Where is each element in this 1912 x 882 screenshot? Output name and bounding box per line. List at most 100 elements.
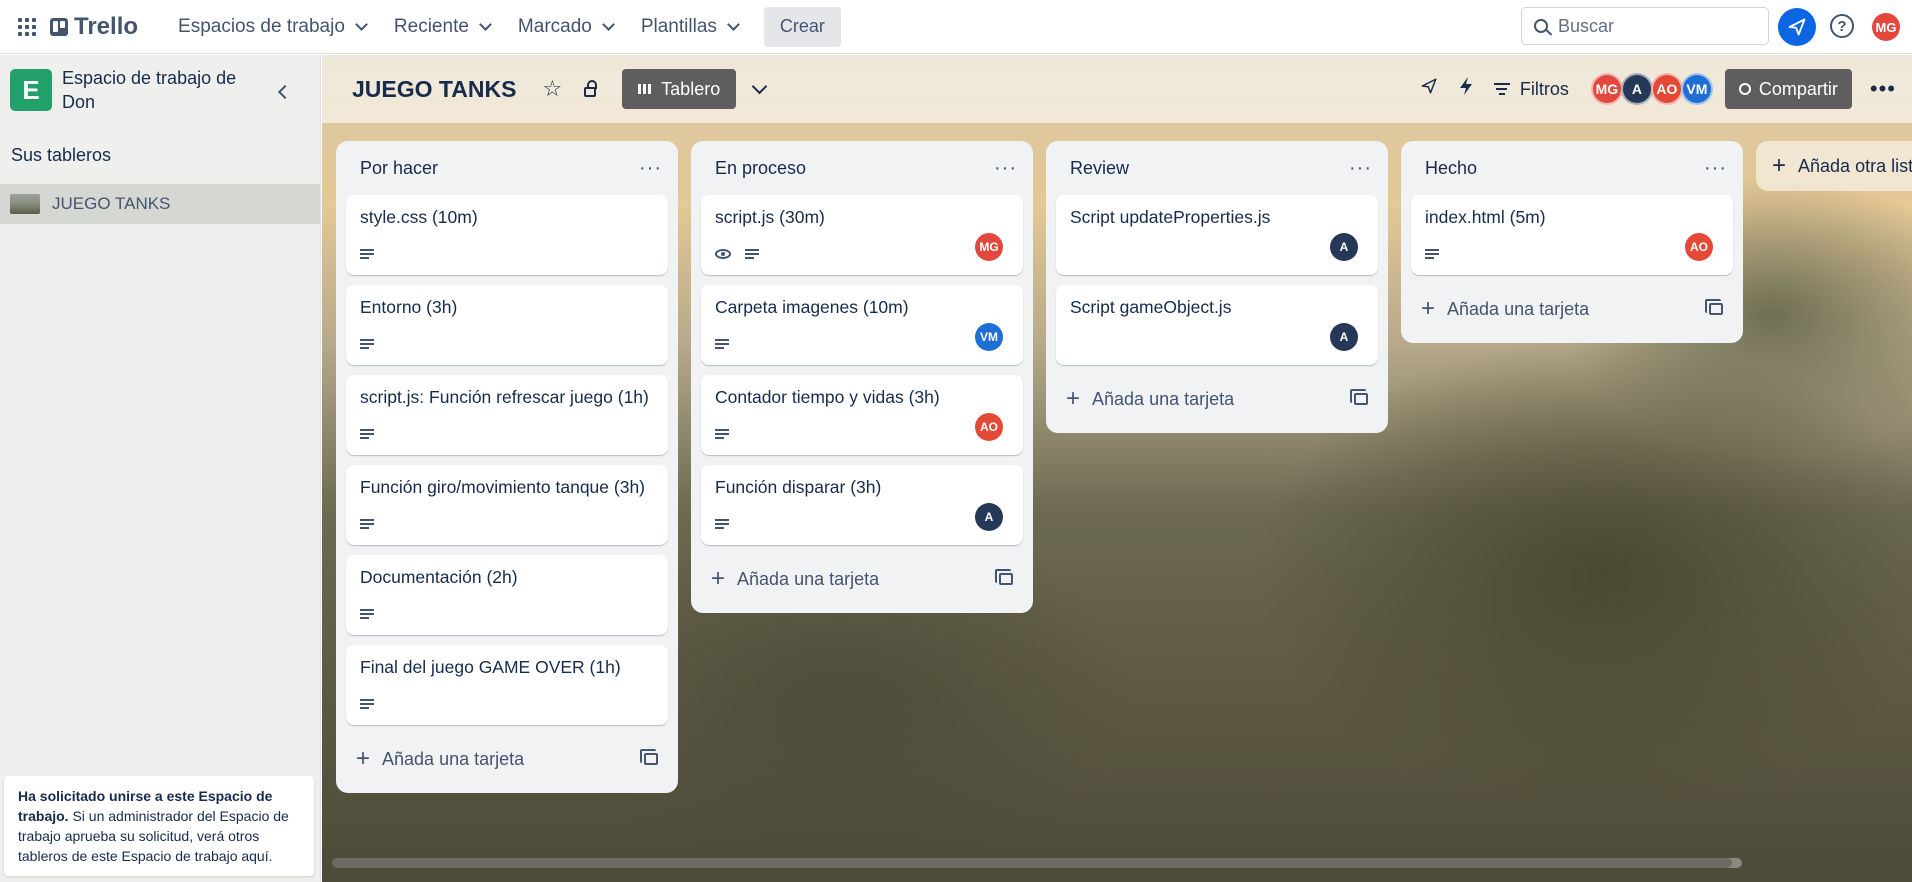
filters-button[interactable]: Filtros bbox=[1520, 79, 1569, 100]
scrollbar-thumb[interactable] bbox=[332, 858, 1732, 868]
card-member-avatar[interactable]: VM bbox=[975, 323, 1003, 351]
notification-button[interactable] bbox=[1778, 8, 1816, 46]
menu-workspaces[interactable]: Espacios de trabajo bbox=[164, 8, 380, 46]
list-menu-icon[interactable]: ··· bbox=[639, 157, 662, 180]
list-menu-icon[interactable]: ··· bbox=[1349, 157, 1372, 180]
apps-grid-icon[interactable] bbox=[16, 16, 38, 38]
card-template-icon[interactable] bbox=[640, 749, 658, 765]
user-avatar[interactable]: MG bbox=[1872, 13, 1900, 41]
trello-logo[interactable]: Trello bbox=[50, 13, 138, 41]
card[interactable]: Entorno (3h) bbox=[346, 285, 668, 365]
card-template-icon[interactable] bbox=[995, 569, 1013, 585]
card-member-avatar[interactable]: A bbox=[1330, 233, 1358, 261]
horizontal-scrollbar[interactable] bbox=[332, 858, 1742, 868]
create-button[interactable]: Crear bbox=[763, 6, 841, 47]
card[interactable]: Carpeta imagenes (10m) VM bbox=[701, 285, 1023, 365]
list-header[interactable]: Review ··· bbox=[1056, 141, 1378, 195]
member-avatar[interactable]: AO bbox=[1650, 73, 1683, 105]
card-member-avatar[interactable]: A bbox=[1330, 323, 1358, 351]
card-member-avatar[interactable]: A bbox=[975, 503, 1003, 531]
boards-section-title: Sus tableros bbox=[11, 145, 112, 165]
add-list-button[interactable]: + Añada otra lista bbox=[1756, 141, 1912, 191]
description-icon bbox=[715, 519, 729, 529]
card-title: Función disparar (3h) bbox=[715, 477, 882, 497]
card-template-icon[interactable] bbox=[1350, 389, 1368, 405]
card[interactable]: Función disparar (3h) A bbox=[701, 465, 1023, 545]
card[interactable]: Final del juego GAME OVER (1h) bbox=[346, 645, 668, 725]
list-hecho: Hecho ··· index.html (5m) AO + Añada una … bbox=[1401, 141, 1743, 343]
description-icon bbox=[360, 429, 374, 439]
star-icon[interactable]: ☆ bbox=[542, 76, 562, 102]
description-icon bbox=[715, 339, 729, 349]
help-icon[interactable]: ? bbox=[1830, 14, 1854, 38]
add-card-button[interactable]: + Añada una tarjeta bbox=[1411, 285, 1733, 333]
filter-icon[interactable] bbox=[1493, 83, 1510, 95]
card[interactable]: script.js: Función refrescar juego (1h) bbox=[346, 375, 668, 455]
plus-icon: + bbox=[1421, 295, 1436, 322]
card[interactable]: Script updateProperties.js A bbox=[1056, 195, 1378, 275]
watching-icon bbox=[715, 249, 731, 259]
list-header[interactable]: Hecho ··· bbox=[1411, 141, 1733, 195]
workspace-avatar: E bbox=[10, 69, 52, 111]
board-canvas: JUEGO TANKS ☆ Tablero Filtros MG A AO VM bbox=[322, 55, 1912, 882]
list-header[interactable]: En proceso ··· bbox=[701, 141, 1023, 195]
list-title[interactable]: Review bbox=[1070, 158, 1129, 179]
board-menu-icon[interactable]: ••• bbox=[1870, 76, 1896, 102]
card-title: Script updateProperties.js bbox=[1070, 207, 1271, 227]
card[interactable]: script.js (30m) MG bbox=[701, 195, 1023, 275]
workspace-sidebar: E Espacio de trabajo de Don Sus tableros… bbox=[0, 55, 321, 882]
card[interactable]: Función giro/movimiento tanque (3h) bbox=[346, 465, 668, 545]
menu-starred[interactable]: Marcado bbox=[504, 8, 627, 46]
description-icon bbox=[745, 249, 759, 259]
member-avatar[interactable]: A bbox=[1620, 73, 1653, 105]
board-view-button[interactable]: Tablero bbox=[622, 69, 737, 109]
add-card-button[interactable]: + Añada una tarjeta bbox=[1056, 375, 1378, 423]
description-icon bbox=[715, 429, 729, 439]
board-view-label: Tablero bbox=[661, 78, 721, 99]
member-avatar[interactable]: VM bbox=[1680, 73, 1713, 105]
list-title[interactable]: Por hacer bbox=[360, 158, 438, 179]
workspace-header[interactable]: E Espacio de trabajo de Don bbox=[0, 55, 320, 125]
list-title[interactable]: Hecho bbox=[1425, 158, 1477, 179]
menu-label: Espacios de trabajo bbox=[178, 15, 345, 37]
list-title[interactable]: En proceso bbox=[715, 158, 806, 179]
card[interactable]: Documentación (2h) bbox=[346, 555, 668, 635]
add-list-label: Añada otra lista bbox=[1798, 155, 1912, 176]
menu-templates[interactable]: Plantillas bbox=[627, 8, 752, 46]
add-card-button[interactable]: + Añada una tarjeta bbox=[346, 735, 668, 783]
add-card-button[interactable]: + Añada una tarjeta bbox=[701, 555, 1023, 603]
visibility-lock-icon[interactable] bbox=[584, 80, 598, 97]
sidebar-item-juego-tanks[interactable]: JUEGO TANKS bbox=[0, 184, 320, 224]
list-header[interactable]: Por hacer ··· bbox=[346, 141, 668, 195]
card-template-icon[interactable] bbox=[1705, 299, 1723, 315]
search-input[interactable]: Buscar bbox=[1521, 7, 1769, 45]
plus-icon: + bbox=[1066, 385, 1081, 412]
search-icon bbox=[1534, 19, 1548, 33]
card[interactable]: Script gameObject.js A bbox=[1056, 285, 1378, 365]
share-label: Compartir bbox=[1758, 78, 1838, 99]
chevron-down-icon bbox=[355, 17, 368, 31]
description-icon bbox=[360, 339, 374, 349]
card-member-avatar[interactable]: MG bbox=[975, 233, 1003, 261]
add-card-label: Añada una tarjeta bbox=[1092, 388, 1235, 409]
description-icon bbox=[360, 609, 374, 619]
member-avatar[interactable]: MG bbox=[1590, 73, 1623, 105]
board-thumbnail bbox=[10, 194, 40, 214]
chevron-down-icon[interactable] bbox=[751, 78, 768, 94]
card[interactable]: index.html (5m) AO bbox=[1411, 195, 1733, 275]
power-ups-icon[interactable] bbox=[1420, 77, 1438, 101]
list-por-hacer: Por hacer ··· style.css (10m) Entorno (3… bbox=[336, 141, 678, 793]
menu-recent[interactable]: Reciente bbox=[380, 8, 504, 46]
workspace-name: Espacio de trabajo de Don bbox=[62, 68, 237, 112]
card-member-avatar[interactable]: AO bbox=[975, 413, 1003, 441]
list-menu-icon[interactable]: ··· bbox=[1704, 157, 1727, 180]
share-button[interactable]: Compartir bbox=[1724, 69, 1852, 109]
card-member-avatar[interactable]: AO bbox=[1685, 233, 1713, 261]
card-title: script.js: Función refrescar juego (1h) bbox=[360, 387, 649, 407]
list-menu-icon[interactable]: ··· bbox=[994, 157, 1017, 180]
card[interactable]: Contador tiempo y vidas (3h) AO bbox=[701, 375, 1023, 455]
automation-icon[interactable] bbox=[1458, 76, 1474, 102]
card[interactable]: style.css (10m) bbox=[346, 195, 668, 275]
top-navigation-bar: Trello Espacios de trabajo Reciente Marc… bbox=[0, 0, 1912, 54]
board-title[interactable]: JUEGO TANKS bbox=[352, 76, 516, 103]
